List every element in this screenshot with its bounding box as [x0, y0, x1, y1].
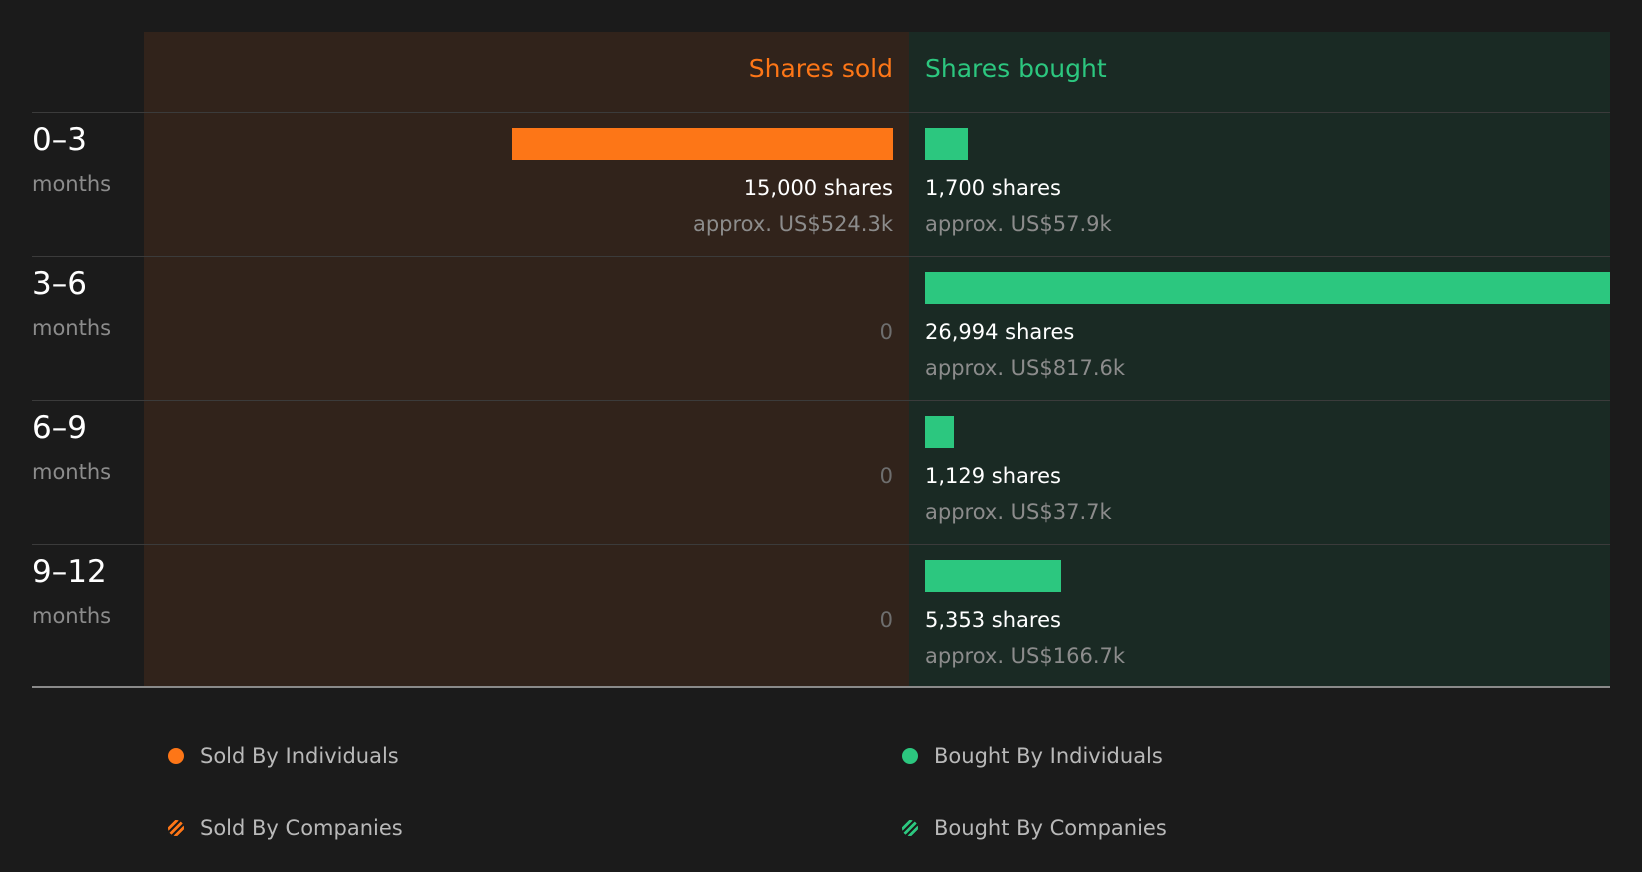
legend-label: Sold By Individuals	[200, 744, 399, 768]
bought-bar	[925, 128, 968, 160]
row-separator	[32, 400, 1610, 401]
green-dot-icon	[902, 748, 918, 764]
legend-label: Bought By Companies	[934, 816, 1167, 840]
bought-shares-label: 5,353 shares	[925, 608, 1061, 632]
bought-bar	[925, 416, 954, 448]
orange-dot-icon	[168, 748, 184, 764]
sold-approx-label: approx. US$524.3k	[692, 212, 893, 236]
row-label-unit: months	[32, 604, 112, 628]
legend-label: Sold By Companies	[200, 816, 403, 840]
row-separator	[32, 256, 1610, 257]
bought-approx-label: approx. US$166.7k	[925, 644, 1126, 668]
legend-sold-companies[interactable]: Sold By Companies	[168, 816, 403, 840]
row-separator	[32, 112, 1610, 113]
legend-bought-individuals[interactable]: Bought By Individuals	[902, 744, 1163, 768]
insider-trading-chart: Shares sold Shares bought 0–3 months 15,00…	[0, 0, 1642, 872]
shares-bought-header: Shares bought	[925, 54, 1107, 83]
green-hatched-dot-icon	[902, 820, 918, 836]
sold-bar	[512, 128, 893, 160]
row-label-range: 0–3	[32, 122, 87, 158]
bought-bar	[925, 560, 1061, 592]
bought-approx-label: approx. US$57.9k	[925, 212, 1112, 236]
legend-sold-individuals[interactable]: Sold By Individuals	[168, 744, 399, 768]
row-label-range: 6–9	[32, 410, 87, 446]
legend-label: Bought By Individuals	[934, 744, 1163, 768]
row-label-unit: months	[32, 316, 112, 340]
orange-hatched-dot-icon	[168, 820, 184, 836]
legend-bought-companies[interactable]: Bought By Companies	[902, 816, 1167, 840]
row-label-range: 3–6	[32, 266, 87, 302]
sold-shares-label: 15,000 shares	[743, 176, 893, 200]
bought-approx-label: approx. US$817.6k	[925, 356, 1126, 380]
shares-sold-header: Shares sold	[748, 54, 893, 83]
baseline	[32, 686, 1610, 688]
row-separator	[32, 544, 1610, 545]
row-label-range: 9–12	[32, 554, 107, 590]
bought-shares-label: 1,129 shares	[925, 464, 1061, 488]
bought-shares-label: 1,700 shares	[925, 176, 1061, 200]
bought-bar	[925, 272, 1610, 304]
bought-approx-label: approx. US$37.7k	[925, 500, 1112, 524]
row-label-unit: months	[32, 460, 112, 484]
row-label-unit: months	[32, 172, 112, 196]
sold-zero-label: 0	[879, 320, 893, 344]
bought-shares-label: 26,994 shares	[925, 320, 1075, 344]
sold-zero-label: 0	[879, 608, 893, 632]
sold-zero-label: 0	[879, 464, 893, 488]
